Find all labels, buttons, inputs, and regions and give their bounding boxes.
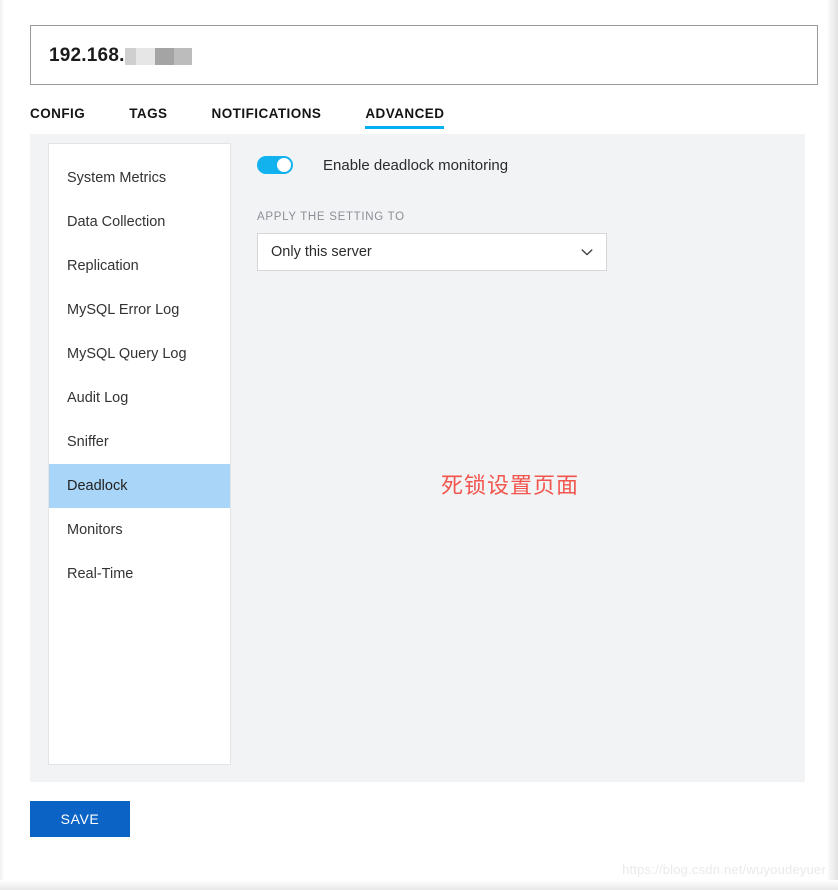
- tab-config[interactable]: CONFIG: [30, 106, 85, 129]
- apply-setting-selected-value: Only this server: [271, 244, 372, 260]
- server-ip-text: 192.168.: [49, 44, 125, 66]
- tab-notifications[interactable]: NOTIFICATIONS: [212, 106, 322, 129]
- settings-sidebar: System Metrics Data Collection Replicati…: [48, 143, 231, 765]
- watermark-text: https://blog.csdn.net/wuyoudeyuer: [622, 862, 826, 877]
- sidebar-item-sniffer[interactable]: Sniffer: [49, 420, 230, 464]
- sidebar-item-audit-log[interactable]: Audit Log: [49, 376, 230, 420]
- window-right-scroll-edge[interactable]: [828, 0, 838, 890]
- tab-advanced[interactable]: ADVANCED: [365, 106, 445, 129]
- tab-bar: CONFIG TAGS NOTIFICATIONS ADVANCED: [30, 106, 818, 134]
- save-button[interactable]: SAVE: [30, 801, 130, 837]
- sidebar-item-deadlock[interactable]: Deadlock: [49, 464, 230, 508]
- sidebar-item-real-time[interactable]: Real-Time: [49, 552, 230, 596]
- sidebar-item-monitors[interactable]: Monitors: [49, 508, 230, 552]
- window-left-edge: [0, 0, 4, 890]
- advanced-settings-panel: System Metrics Data Collection Replicati…: [30, 134, 805, 782]
- sidebar-item-system-metrics[interactable]: System Metrics: [49, 156, 230, 200]
- enable-deadlock-monitoring-row: Enable deadlock monitoring: [257, 152, 777, 178]
- enable-deadlock-monitoring-label: Enable deadlock monitoring: [323, 156, 509, 174]
- deadlock-settings-form: Enable deadlock monitoring APPLY THE SET…: [257, 144, 777, 271]
- tab-tags[interactable]: TAGS: [129, 106, 167, 129]
- redacted-ip-blocks: [124, 47, 192, 65]
- annotation-deadlock-settings-page: 死锁设置页面: [441, 474, 580, 499]
- sidebar-item-mysql-query-log[interactable]: MySQL Query Log: [49, 332, 230, 376]
- sidebar-item-data-collection[interactable]: Data Collection: [49, 200, 230, 244]
- enable-deadlock-monitoring-toggle[interactable]: [257, 156, 293, 174]
- toggle-knob: [277, 158, 291, 172]
- app-window: 192.168. CONFIG TAGS NOTIFICATIONS ADVAN…: [0, 0, 838, 890]
- server-address-box[interactable]: 192.168.: [30, 25, 818, 85]
- apply-setting-label: APPLY THE SETTING TO: [257, 211, 405, 223]
- apply-setting-select[interactable]: Only this server: [257, 233, 607, 271]
- sidebar-item-mysql-error-log[interactable]: MySQL Error Log: [49, 288, 230, 332]
- chevron-down-icon: [580, 245, 594, 259]
- window-bottom-edge: [0, 880, 838, 890]
- sidebar-item-replication[interactable]: Replication: [49, 244, 230, 288]
